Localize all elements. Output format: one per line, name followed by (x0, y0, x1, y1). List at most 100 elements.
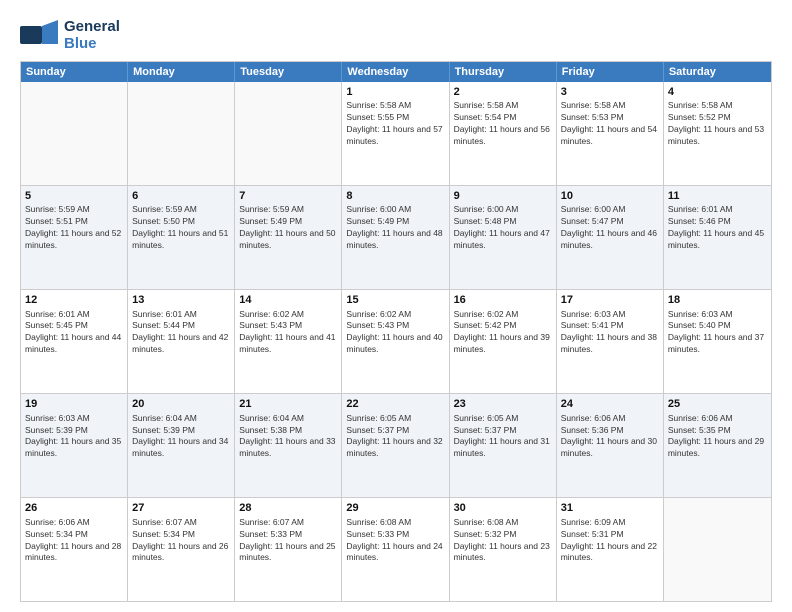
day-info: Sunrise: 6:07 AMSunset: 5:34 PMDaylight:… (132, 517, 230, 565)
calendar-day-16: 16Sunrise: 6:02 AMSunset: 5:42 PMDayligh… (450, 290, 557, 393)
day-info: Sunrise: 5:59 AMSunset: 5:50 PMDaylight:… (132, 204, 230, 252)
day-info: Sunrise: 6:06 AMSunset: 5:36 PMDaylight:… (561, 413, 659, 461)
calendar-day-23: 23Sunrise: 6:05 AMSunset: 5:37 PMDayligh… (450, 394, 557, 497)
day-number: 15 (346, 293, 444, 308)
day-number: 8 (346, 189, 444, 204)
calendar-day-17: 17Sunrise: 6:03 AMSunset: 5:41 PMDayligh… (557, 290, 664, 393)
calendar-day-11: 11Sunrise: 6:01 AMSunset: 5:46 PMDayligh… (664, 186, 771, 289)
day-number: 31 (561, 501, 659, 516)
calendar-row-2: 5Sunrise: 5:59 AMSunset: 5:51 PMDaylight… (21, 185, 771, 289)
day-info: Sunrise: 6:09 AMSunset: 5:31 PMDaylight:… (561, 517, 659, 565)
day-info: Sunrise: 6:03 AMSunset: 5:40 PMDaylight:… (668, 309, 767, 357)
logo-text-general: General (64, 18, 120, 35)
day-number: 6 (132, 189, 230, 204)
page: General Blue SundayMondayTuesdayWednesda… (0, 0, 792, 612)
day-info: Sunrise: 6:05 AMSunset: 5:37 PMDaylight:… (454, 413, 552, 461)
calendar-empty-cell (235, 82, 342, 185)
day-number: 16 (454, 293, 552, 308)
calendar-day-6: 6Sunrise: 5:59 AMSunset: 5:50 PMDaylight… (128, 186, 235, 289)
calendar-day-30: 30Sunrise: 6:08 AMSunset: 5:32 PMDayligh… (450, 498, 557, 601)
day-number: 18 (668, 293, 767, 308)
weekday-header-wednesday: Wednesday (342, 62, 449, 82)
day-number: 23 (454, 397, 552, 412)
day-info: Sunrise: 5:59 AMSunset: 5:51 PMDaylight:… (25, 204, 123, 252)
calendar-row-1: 1Sunrise: 5:58 AMSunset: 5:55 PMDaylight… (21, 82, 771, 185)
day-number: 30 (454, 501, 552, 516)
day-number: 28 (239, 501, 337, 516)
day-number: 27 (132, 501, 230, 516)
weekday-header-thursday: Thursday (450, 62, 557, 82)
calendar-empty-cell (21, 82, 128, 185)
calendar-day-5: 5Sunrise: 5:59 AMSunset: 5:51 PMDaylight… (21, 186, 128, 289)
day-info: Sunrise: 6:05 AMSunset: 5:37 PMDaylight:… (346, 413, 444, 461)
day-info: Sunrise: 5:58 AMSunset: 5:53 PMDaylight:… (561, 100, 659, 148)
calendar-day-24: 24Sunrise: 6:06 AMSunset: 5:36 PMDayligh… (557, 394, 664, 497)
day-info: Sunrise: 6:08 AMSunset: 5:32 PMDaylight:… (454, 517, 552, 565)
calendar-row-3: 12Sunrise: 6:01 AMSunset: 5:45 PMDayligh… (21, 289, 771, 393)
calendar-day-9: 9Sunrise: 6:00 AMSunset: 5:48 PMDaylight… (450, 186, 557, 289)
day-number: 4 (668, 85, 767, 100)
day-info: Sunrise: 6:04 AMSunset: 5:39 PMDaylight:… (132, 413, 230, 461)
day-number: 12 (25, 293, 123, 308)
day-info: Sunrise: 6:01 AMSunset: 5:46 PMDaylight:… (668, 204, 767, 252)
weekday-header-saturday: Saturday (664, 62, 771, 82)
day-info: Sunrise: 6:07 AMSunset: 5:33 PMDaylight:… (239, 517, 337, 565)
logo-icon (20, 20, 58, 50)
calendar-day-31: 31Sunrise: 6:09 AMSunset: 5:31 PMDayligh… (557, 498, 664, 601)
calendar-day-3: 3Sunrise: 5:58 AMSunset: 5:53 PMDaylight… (557, 82, 664, 185)
calendar-day-12: 12Sunrise: 6:01 AMSunset: 5:45 PMDayligh… (21, 290, 128, 393)
calendar-day-26: 26Sunrise: 6:06 AMSunset: 5:34 PMDayligh… (21, 498, 128, 601)
day-info: Sunrise: 5:58 AMSunset: 5:54 PMDaylight:… (454, 100, 552, 148)
day-number: 19 (25, 397, 123, 412)
calendar-day-27: 27Sunrise: 6:07 AMSunset: 5:34 PMDayligh… (128, 498, 235, 601)
day-number: 22 (346, 397, 444, 412)
calendar-day-13: 13Sunrise: 6:01 AMSunset: 5:44 PMDayligh… (128, 290, 235, 393)
calendar-day-8: 8Sunrise: 6:00 AMSunset: 5:49 PMDaylight… (342, 186, 449, 289)
day-number: 14 (239, 293, 337, 308)
calendar-day-19: 19Sunrise: 6:03 AMSunset: 5:39 PMDayligh… (21, 394, 128, 497)
calendar-day-2: 2Sunrise: 5:58 AMSunset: 5:54 PMDaylight… (450, 82, 557, 185)
day-info: Sunrise: 6:03 AMSunset: 5:39 PMDaylight:… (25, 413, 123, 461)
day-number: 17 (561, 293, 659, 308)
calendar-day-14: 14Sunrise: 6:02 AMSunset: 5:43 PMDayligh… (235, 290, 342, 393)
day-info: Sunrise: 6:02 AMSunset: 5:43 PMDaylight:… (346, 309, 444, 357)
weekday-header-sunday: Sunday (21, 62, 128, 82)
day-info: Sunrise: 6:00 AMSunset: 5:47 PMDaylight:… (561, 204, 659, 252)
calendar-day-28: 28Sunrise: 6:07 AMSunset: 5:33 PMDayligh… (235, 498, 342, 601)
calendar-day-4: 4Sunrise: 5:58 AMSunset: 5:52 PMDaylight… (664, 82, 771, 185)
day-number: 26 (25, 501, 123, 516)
header: General Blue (20, 18, 772, 53)
logo-text-blue: Blue (64, 35, 120, 52)
day-number: 3 (561, 85, 659, 100)
day-info: Sunrise: 6:04 AMSunset: 5:38 PMDaylight:… (239, 413, 337, 461)
day-number: 20 (132, 397, 230, 412)
calendar-day-10: 10Sunrise: 6:00 AMSunset: 5:47 PMDayligh… (557, 186, 664, 289)
calendar-header: SundayMondayTuesdayWednesdayThursdayFrid… (21, 62, 771, 82)
day-number: 21 (239, 397, 337, 412)
calendar-empty-cell (664, 498, 771, 601)
day-info: Sunrise: 6:00 AMSunset: 5:48 PMDaylight:… (454, 204, 552, 252)
day-number: 5 (25, 189, 123, 204)
day-number: 11 (668, 189, 767, 204)
day-number: 25 (668, 397, 767, 412)
calendar-row-5: 26Sunrise: 6:06 AMSunset: 5:34 PMDayligh… (21, 497, 771, 601)
day-info: Sunrise: 6:02 AMSunset: 5:42 PMDaylight:… (454, 309, 552, 357)
day-info: Sunrise: 5:58 AMSunset: 5:55 PMDaylight:… (346, 100, 444, 148)
calendar-day-18: 18Sunrise: 6:03 AMSunset: 5:40 PMDayligh… (664, 290, 771, 393)
day-number: 10 (561, 189, 659, 204)
day-number: 1 (346, 85, 444, 100)
day-info: Sunrise: 6:01 AMSunset: 5:44 PMDaylight:… (132, 309, 230, 357)
day-info: Sunrise: 6:02 AMSunset: 5:43 PMDaylight:… (239, 309, 337, 357)
day-number: 9 (454, 189, 552, 204)
day-info: Sunrise: 6:08 AMSunset: 5:33 PMDaylight:… (346, 517, 444, 565)
day-number: 24 (561, 397, 659, 412)
calendar-day-29: 29Sunrise: 6:08 AMSunset: 5:33 PMDayligh… (342, 498, 449, 601)
day-info: Sunrise: 6:00 AMSunset: 5:49 PMDaylight:… (346, 204, 444, 252)
calendar-empty-cell (128, 82, 235, 185)
weekday-header-friday: Friday (557, 62, 664, 82)
calendar: SundayMondayTuesdayWednesdayThursdayFrid… (20, 61, 772, 603)
weekday-header-monday: Monday (128, 62, 235, 82)
calendar-day-20: 20Sunrise: 6:04 AMSunset: 5:39 PMDayligh… (128, 394, 235, 497)
day-number: 29 (346, 501, 444, 516)
calendar-row-4: 19Sunrise: 6:03 AMSunset: 5:39 PMDayligh… (21, 393, 771, 497)
